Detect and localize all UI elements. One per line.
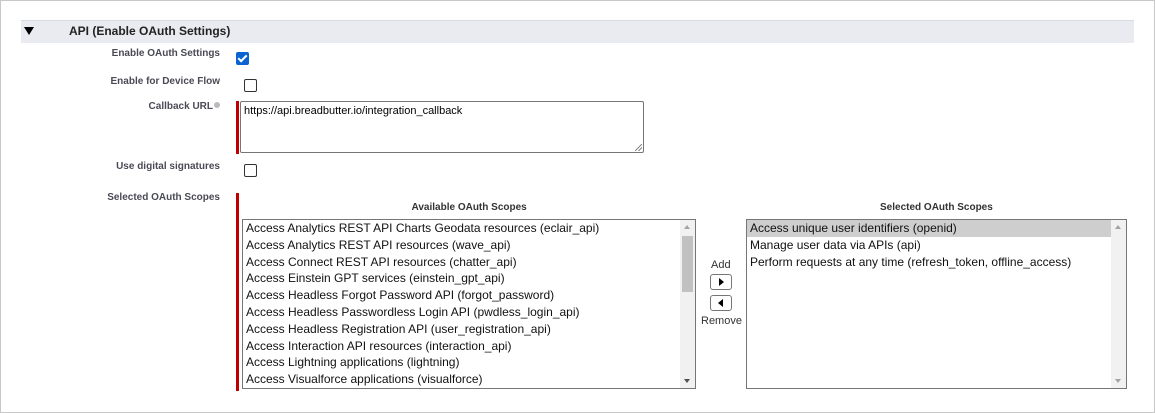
device-flow-checkbox[interactable] — [244, 79, 257, 92]
list-item[interactable]: Perform requests at any time (refresh_to… — [747, 254, 1126, 271]
scroll-up-icon[interactable] — [684, 225, 690, 229]
callback-url-value: https://api.breadbutter.io/integration_c… — [244, 105, 463, 117]
selected-scopes-list[interactable]: Access unique user identifiers (openid) … — [746, 219, 1127, 389]
scroll-down-icon[interactable] — [1115, 379, 1121, 383]
callback-url-label: Callback URL — [149, 101, 220, 112]
available-scopes-list[interactable]: Access Analytics REST API Charts Geodata… — [242, 219, 696, 389]
list-item[interactable]: Access Headless Registration API (user_r… — [243, 321, 695, 338]
list-item[interactable]: Access Headless Passwordless Login API (… — [243, 304, 695, 321]
scroll-up-icon[interactable] — [1115, 225, 1121, 229]
list-item[interactable]: Access unique user identifiers (openid) — [747, 220, 1126, 237]
section-title: API (Enable OAuth Settings) — [69, 24, 231, 38]
info-icon[interactable] — [214, 102, 220, 108]
list-item[interactable]: Access Headless Forgot Password API (for… — [243, 287, 695, 304]
add-label: Add — [711, 259, 731, 271]
scroll-down-icon[interactable] — [684, 379, 690, 383]
remove-label: Remove — [701, 315, 742, 327]
scrollbar[interactable] — [1111, 220, 1126, 388]
selected-scopes-title: Selected OAuth Scopes — [880, 202, 993, 213]
list-item[interactable]: Access Einstein GPT services (einstein_g… — [243, 270, 695, 287]
selected-scopes-label: Selected OAuth Scopes — [107, 192, 220, 203]
scrollbar-thumb[interactable] — [682, 236, 693, 292]
triangle-down-icon[interactable] — [24, 27, 34, 35]
scrollbar[interactable] — [680, 220, 695, 388]
list-item[interactable]: Manage user data via APIs (api) — [747, 237, 1126, 254]
digital-signatures-checkbox[interactable] — [244, 164, 257, 177]
device-flow-label: Enable for Device Flow — [110, 76, 220, 87]
remove-button[interactable] — [710, 295, 732, 311]
list-item[interactable]: Access Analytics REST API resources (wav… — [243, 237, 695, 254]
available-scopes-title: Available OAuth Scopes — [411, 202, 527, 213]
required-indicator — [236, 193, 239, 391]
list-item[interactable]: Access Visualforce applications (visualf… — [243, 371, 695, 388]
add-button[interactable] — [710, 274, 732, 290]
list-item[interactable]: Access Analytics REST API Charts Geodata… — [243, 220, 695, 237]
resize-grip-icon[interactable] — [635, 144, 642, 151]
enable-oauth-checkbox[interactable] — [236, 52, 249, 65]
list-item[interactable]: Access Connect REST API resources (chatt… — [243, 254, 695, 271]
required-indicator — [236, 101, 239, 154]
arrow-right-icon — [719, 278, 724, 286]
list-item[interactable]: Access Lightning applications (lightning… — [243, 354, 695, 371]
enable-oauth-label: Enable OAuth Settings — [111, 48, 220, 59]
digital-signatures-label: Use digital signatures — [116, 161, 220, 172]
arrow-left-icon — [718, 299, 723, 307]
callback-url-label-text: Callback URL — [148, 101, 213, 112]
callback-url-textarea[interactable]: https://api.breadbutter.io/integration_c… — [240, 101, 644, 153]
list-item[interactable]: Access Interaction API resources (intera… — [243, 338, 695, 355]
